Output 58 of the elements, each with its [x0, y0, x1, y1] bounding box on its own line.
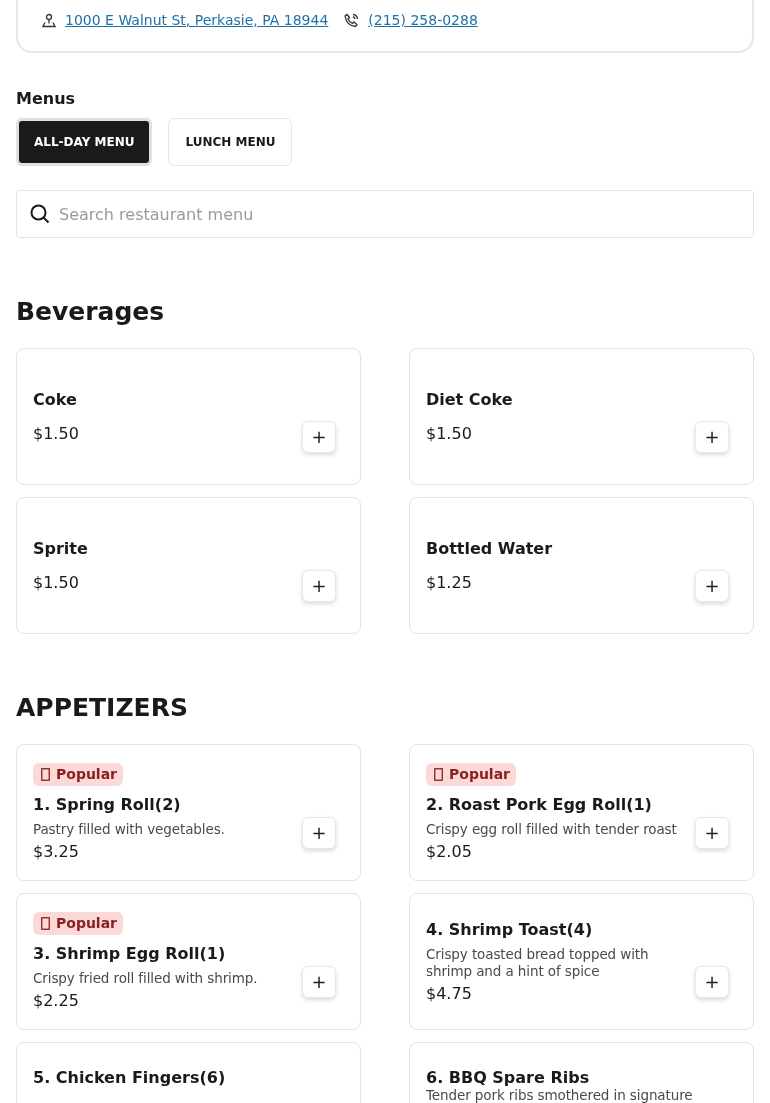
menu-item-card[interactable]: Popular 1. Spring Roll(2) Pastry filled with vegetables. $3.25 +: [16, 744, 361, 881]
menu-item-card[interactable]: Popular 3. Shrimp Egg Roll(1) Crispy fried roll filled with shrimp. $2.25 +: [16, 893, 361, 1030]
item-description: Crispy toasted bread topped with shrimp and a hint of spice: [426, 945, 650, 980]
item-price: $3.25: [33, 842, 80, 862]
placeholder-icon: [41, 767, 50, 781]
item-name: 5. Chicken Fingers(6): [33, 1068, 227, 1088]
item-name: 4. Shrimp Toast(4): [426, 919, 594, 940]
menu-tab[interactable]: LUNCH MENU: [168, 118, 293, 166]
menu-item-card[interactable]: Coke $1.50 +: [16, 348, 361, 485]
item-price: $2.25: [33, 991, 80, 1011]
menu-item-card[interactable]: Sprite $1.50 +: [16, 497, 361, 634]
item-price: $4.75: [426, 983, 473, 1004]
item-price: $1.50: [33, 423, 80, 444]
section-heading: Beverages: [16, 296, 166, 328]
add-button[interactable]: +: [302, 569, 336, 602]
menu-item-card[interactable]: Diet Coke $1.50 +: [409, 348, 754, 485]
add-button[interactable]: +: [695, 816, 729, 849]
phone-link[interactable]: (215) 258-0288: [368, 12, 478, 28]
add-button[interactable]: +: [302, 816, 336, 849]
item-description: Pastry filled with vegetables.: [33, 821, 226, 838]
popular-badge: Popular: [426, 763, 517, 786]
item-price: $2.05: [426, 842, 473, 862]
add-button[interactable]: +: [695, 569, 729, 602]
item-name: Diet Coke: [426, 389, 514, 410]
menu-item-card[interactable]: 6. BBQ Spare Ribs Tender pork ribs smothered in signature: [409, 1042, 754, 1103]
item-name: Sprite: [33, 538, 89, 559]
search-icon: [30, 204, 50, 224]
item-name: 2. Roast Pork Egg Roll(1): [426, 795, 653, 815]
item-name: 1. Spring Roll(2): [33, 795, 182, 815]
add-button[interactable]: +: [302, 965, 336, 998]
section-heading: APPETIZERS: [16, 692, 189, 724]
add-button[interactable]: +: [302, 420, 336, 453]
menus-heading: Menus: [16, 89, 77, 108]
menu-tab[interactable]: ALL-DAY MENU: [16, 118, 153, 166]
phone-icon: [344, 12, 360, 28]
item-price: $1.50: [33, 572, 80, 593]
add-button[interactable]: +: [695, 420, 729, 453]
item-name: 3. Shrimp Egg Roll(1): [33, 944, 227, 964]
search-field[interactable]: Search restaurant menu: [16, 190, 754, 238]
menu-item-card[interactable]: 5. Chicken Fingers(6): [16, 1042, 361, 1103]
placeholder-icon: [41, 916, 50, 930]
item-name: Bottled Water: [426, 538, 554, 559]
item-name: Coke: [33, 389, 78, 410]
item-price: $1.50: [426, 423, 473, 444]
item-description: Crispy egg roll filled with tender roast: [426, 821, 678, 838]
placeholder-icon: [434, 767, 443, 781]
menu-item-card[interactable]: Popular 2. Roast Pork Egg Roll(1) Crispy egg roll filled with tender roast $2.05 +: [409, 744, 754, 881]
menu-item-card[interactable]: 4. Shrimp Toast(4) Crispy toasted bread topped with shrimp and a hint of spice $4.75 +: [409, 893, 754, 1030]
popular-badge: Popular: [33, 763, 124, 786]
popular-badge: Popular: [33, 912, 124, 935]
item-description: Crispy fried roll filled with shrimp.: [33, 970, 259, 987]
location-icon: [42, 12, 56, 28]
item-name: 6. BBQ Spare Ribs: [426, 1068, 591, 1088]
item-price: $1.25: [426, 572, 473, 593]
address-link[interactable]: 1000 E Walnut St, Perkasie, PA 18944: [65, 12, 329, 28]
item-description: Tender pork ribs smothered in signature: [426, 1088, 694, 1103]
add-button[interactable]: +: [695, 965, 729, 998]
menu-item-card[interactable]: Bottled Water $1.25 +: [409, 497, 754, 634]
